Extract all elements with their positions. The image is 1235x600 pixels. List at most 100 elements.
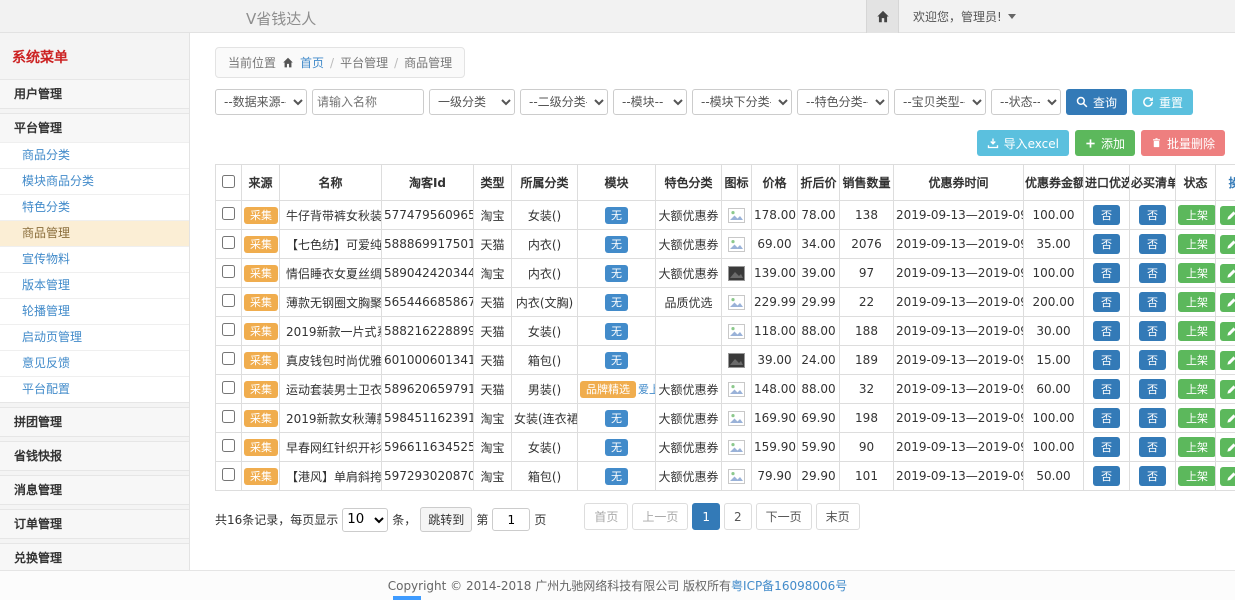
icp-link[interactable]: 粤ICP备16098006号 [731, 577, 847, 594]
row-checkbox[interactable] [222, 352, 235, 365]
sidebar-item-拼团管理[interactable]: 拼团管理 [0, 408, 189, 436]
filter-module-sub[interactable]: --模块下分类-- [692, 89, 792, 115]
add-button[interactable]: 添加 [1075, 130, 1135, 156]
page-button-上一页[interactable]: 上一页 [632, 503, 688, 530]
edit-button[interactable] [1220, 409, 1235, 428]
page-button-下一页[interactable]: 下一页 [756, 503, 812, 530]
sidebar-subitem-商品管理[interactable]: 商品管理 [0, 220, 189, 246]
sidebar-subitem-意见反馈[interactable]: 意见反馈 [0, 350, 189, 376]
must-buy-toggle[interactable]: 否 [1139, 350, 1166, 370]
edit-button[interactable] [1220, 351, 1235, 370]
status-toggle[interactable]: 上架 [1178, 350, 1216, 370]
edit-button[interactable] [1220, 380, 1235, 399]
sidebar-subitem-平台配置[interactable]: 平台配置 [0, 376, 189, 402]
row-checkbox[interactable] [222, 410, 235, 423]
row-checkbox[interactable] [222, 381, 235, 394]
row-checkbox[interactable] [222, 207, 235, 220]
status-toggle[interactable]: 上架 [1178, 234, 1216, 254]
sidebar-item-用户管理[interactable]: 用户管理 [0, 80, 189, 108]
filter-module[interactable]: --模块-- [613, 89, 687, 115]
select-all-checkbox[interactable] [222, 175, 235, 188]
sidebar-subitem-版本管理[interactable]: 版本管理 [0, 272, 189, 298]
import-select-toggle[interactable]: 否 [1093, 205, 1120, 225]
import-select-toggle[interactable]: 否 [1093, 466, 1120, 486]
import-select-toggle[interactable]: 否 [1093, 379, 1120, 399]
breadcrumb-home-link[interactable]: 首页 [300, 54, 324, 71]
import-select-toggle[interactable]: 否 [1093, 292, 1120, 312]
sidebar-subitem-轮播管理[interactable]: 轮播管理 [0, 298, 189, 324]
page-button-1[interactable]: 1 [692, 503, 720, 530]
must-buy-toggle[interactable]: 否 [1139, 292, 1166, 312]
status-toggle[interactable]: 上架 [1178, 466, 1216, 486]
sidebar-item-订单管理[interactable]: 订单管理 [0, 510, 189, 538]
page-number-input[interactable] [492, 508, 530, 531]
page-button-2[interactable]: 2 [724, 503, 752, 530]
import-select-toggle[interactable]: 否 [1093, 263, 1120, 283]
status-toggle[interactable]: 上架 [1178, 321, 1216, 341]
search-name-input[interactable] [312, 89, 424, 115]
must-buy-toggle[interactable]: 否 [1139, 379, 1166, 399]
import-select-toggle[interactable]: 否 [1093, 321, 1120, 341]
edit-button[interactable] [1220, 235, 1235, 254]
sidebar-subitem-商品分类[interactable]: 商品分类 [0, 142, 189, 168]
status-toggle[interactable]: 上架 [1178, 263, 1216, 283]
cell-category: 女装(连衣裙) [512, 404, 578, 433]
must-buy-toggle[interactable]: 否 [1139, 466, 1166, 486]
import-select-toggle[interactable]: 否 [1093, 234, 1120, 254]
page-button-首页[interactable]: 首页 [584, 503, 628, 530]
import-select-toggle[interactable]: 否 [1093, 350, 1120, 370]
search-button[interactable]: 查询 [1066, 89, 1127, 115]
page-button-末页[interactable]: 末页 [816, 503, 860, 530]
edit-button[interactable] [1220, 206, 1235, 225]
batch-delete-button[interactable]: 批量删除 [1141, 130, 1225, 156]
edit-button[interactable] [1220, 467, 1235, 486]
sidebar-subitem-宣传物料[interactable]: 宣传物料 [0, 246, 189, 272]
sidebar-subitem-启动页管理[interactable]: 启动页管理 [0, 324, 189, 350]
per-page-select[interactable]: 10 [342, 508, 388, 532]
row-checkbox[interactable] [222, 439, 235, 452]
must-buy-toggle[interactable]: 否 [1139, 437, 1166, 457]
edit-button[interactable] [1220, 264, 1235, 283]
must-buy-toggle[interactable]: 否 [1139, 263, 1166, 283]
import-select-toggle[interactable]: 否 [1093, 408, 1120, 428]
sidebar-item-平台管理[interactable]: 平台管理 [0, 114, 189, 142]
status-toggle[interactable]: 上架 [1178, 408, 1216, 428]
must-buy-toggle[interactable]: 否 [1139, 234, 1166, 254]
cell-discount: 88.00 [798, 375, 840, 404]
row-checkbox[interactable] [222, 236, 235, 249]
records-suffix: 页 [534, 511, 546, 528]
filter-data-source[interactable]: --数据来源-- [215, 89, 307, 115]
sidebar-item-消息管理[interactable]: 消息管理 [0, 476, 189, 504]
sidebar-item-兑换管理[interactable]: 兑换管理 [0, 544, 189, 570]
must-buy-toggle[interactable]: 否 [1139, 321, 1166, 341]
edit-button[interactable] [1220, 322, 1235, 341]
sidebar-subitem-模块商品分类[interactable]: 模块商品分类 [0, 168, 189, 194]
filter-level2-category[interactable]: --二级分类-- [520, 89, 608, 115]
row-checkbox[interactable] [222, 468, 235, 481]
import-select-toggle[interactable]: 否 [1093, 437, 1120, 457]
scrollbar-thumb[interactable] [393, 596, 421, 600]
sidebar-item-省钱快报[interactable]: 省钱快报 [0, 442, 189, 470]
row-checkbox[interactable] [222, 265, 235, 278]
filter-item-type[interactable]: --宝贝类型-- [894, 89, 986, 115]
must-buy-toggle[interactable]: 否 [1139, 205, 1166, 225]
edit-button[interactable] [1220, 438, 1235, 457]
cell-import_select: 否 [1084, 433, 1130, 462]
user-menu[interactable]: 欢迎您，管理员! [913, 8, 1016, 25]
status-toggle[interactable]: 上架 [1178, 205, 1216, 225]
filter-status[interactable]: --状态-- [991, 89, 1061, 115]
status-toggle[interactable]: 上架 [1178, 437, 1216, 457]
sidebar-subitem-特色分类[interactable]: 特色分类 [0, 194, 189, 220]
must-buy-toggle[interactable]: 否 [1139, 408, 1166, 428]
filter-feature-category[interactable]: --特色分类-- [797, 89, 889, 115]
row-checkbox[interactable] [222, 323, 235, 336]
import-excel-button[interactable]: 导入excel [977, 130, 1069, 156]
row-checkbox[interactable] [222, 294, 235, 307]
home-button[interactable] [866, 0, 899, 33]
status-toggle[interactable]: 上架 [1178, 379, 1216, 399]
filter-level1-category[interactable]: 一级分类 [429, 89, 515, 115]
jump-button[interactable]: 跳转到 [420, 507, 472, 532]
reset-button[interactable]: 重置 [1132, 89, 1193, 115]
status-toggle[interactable]: 上架 [1178, 292, 1216, 312]
edit-button[interactable] [1220, 293, 1235, 312]
